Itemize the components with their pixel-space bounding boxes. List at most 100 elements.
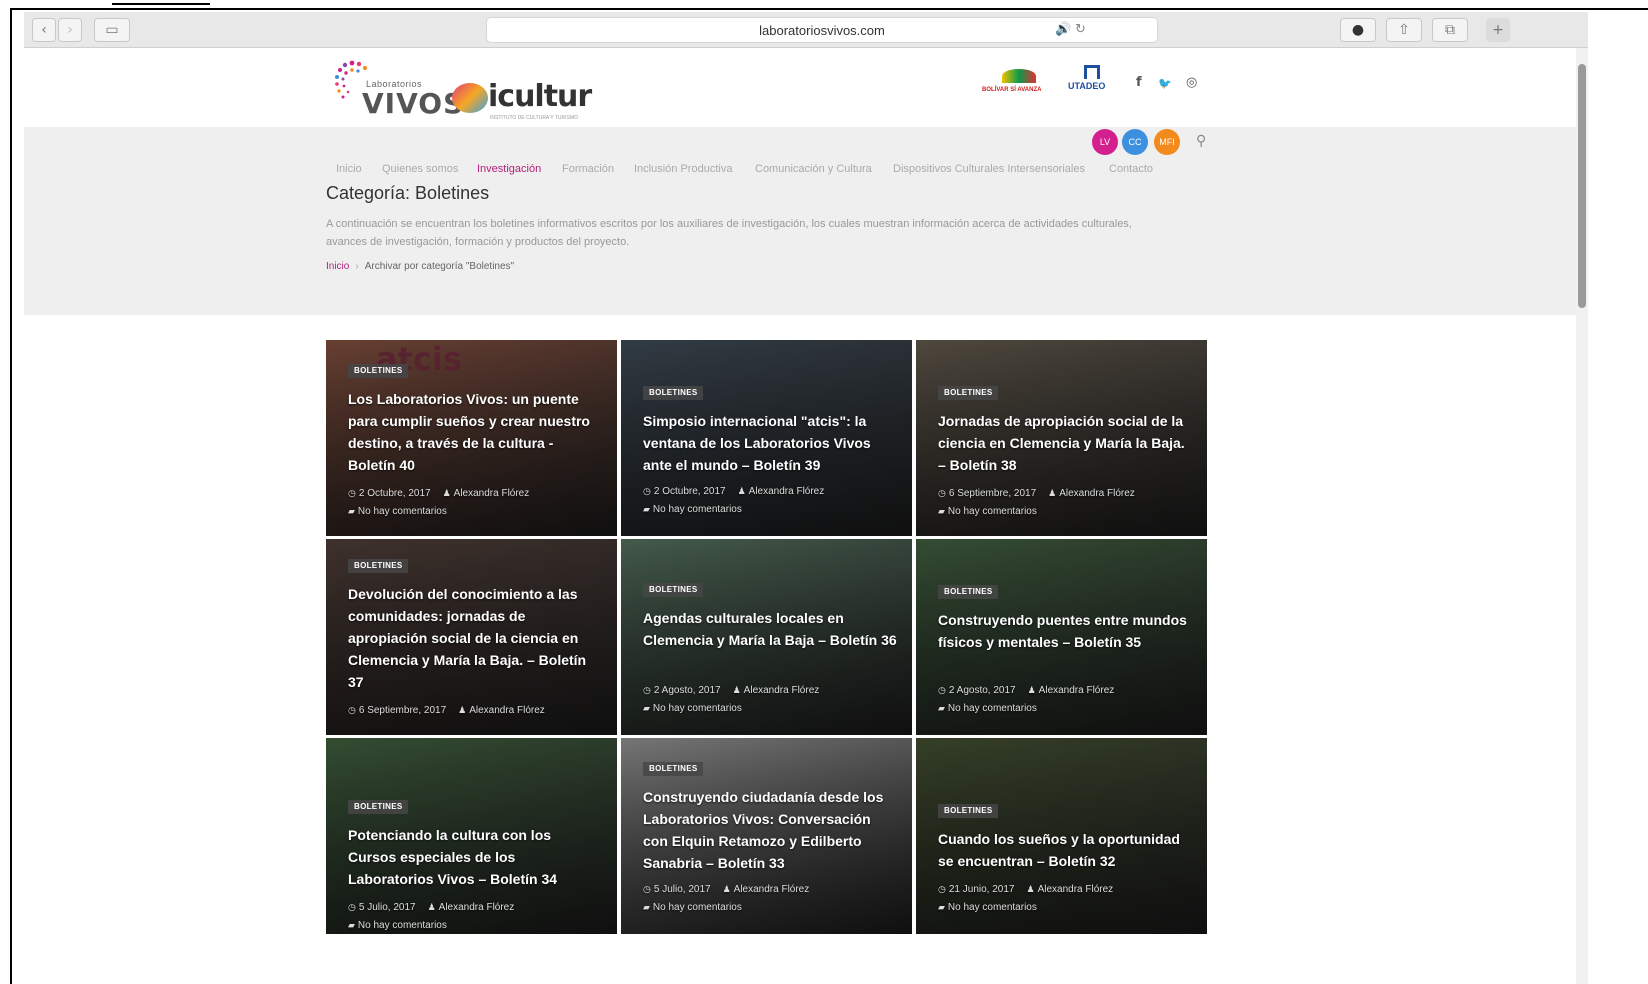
chevron-right-icon: › (67, 22, 73, 38)
card-comments[interactable]: ▰ No hay comentarios (643, 703, 742, 714)
post-card[interactable]: BOLETINES Construyendo puentes entre mun… (916, 539, 1207, 735)
bolivar-text: BOLÍVAR SÍ AVANZA (982, 87, 1042, 93)
card-title[interactable]: Construyendo ciudadanía desde los Labora… (643, 786, 898, 874)
twitter-icon[interactable]: 🐦 (1158, 77, 1172, 90)
utadeo-mark-icon (1084, 65, 1100, 79)
card-comments[interactable]: ▰ No hay comentarios (938, 703, 1037, 714)
laboratorios-vivos-logo[interactable]: Laboratorios VIVOS (332, 57, 463, 120)
nav-item-quienes-somos[interactable]: Quienes somos (382, 163, 458, 175)
card-date: 2 Octubre, 2017 (653, 486, 726, 497)
tabs-icon: ⧉ (1445, 22, 1455, 38)
card-author[interactable]: Alexandra Flórez (744, 685, 820, 696)
post-card[interactable]: BOLETINES Devolución del conocimiento a … (326, 539, 617, 735)
card-comments-text: No hay comentarios (947, 506, 1037, 517)
tabs-button[interactable]: ⧉ (1432, 18, 1468, 42)
post-card[interactable]: BOLETINES Jornadas de apropiación social… (916, 340, 1207, 536)
card-author[interactable]: Alexandra Flórez (1039, 685, 1115, 696)
card-comments[interactable]: ▰ No hay comentarios (938, 902, 1037, 913)
card-author[interactable]: Alexandra Flórez (1038, 884, 1114, 895)
card-meta: ◷ 2 Octubre, 2017 ♟ Alexandra Flórez (643, 486, 902, 497)
card-author[interactable]: Alexandra Flórez (734, 884, 810, 895)
nav-item-inclusion-productiva[interactable]: Inclusión Productiva (634, 163, 732, 175)
scrollbar-thumb[interactable] (1578, 64, 1586, 308)
comment-icon: ▰ (348, 507, 355, 517)
forward-button[interactable]: › (58, 18, 82, 42)
new-tab-button[interactable]: + (1486, 18, 1510, 42)
category-badge[interactable]: BOLETINES (348, 364, 409, 378)
nav-item-contacto[interactable]: Contacto (1109, 163, 1153, 175)
card-author[interactable]: Alexandra Flórez (1059, 488, 1135, 499)
utadeo-logo[interactable]: UTADEO (1068, 65, 1116, 101)
card-comments[interactable]: ▰ No hay comentarios (643, 902, 742, 913)
card-title[interactable]: Jornadas de apropiación social de la cie… (938, 410, 1193, 476)
card-meta: ◷ 2 Agosto, 2017 ♟ Alexandra Flórez (938, 685, 1197, 696)
bolivar-logo[interactable]: BOLÍVAR SÍ AVANZA (982, 69, 1054, 99)
sidebar-button[interactable]: ▭ (94, 18, 130, 42)
card-title[interactable]: Devolución del conocimiento a las comuni… (348, 583, 603, 693)
audio-icon[interactable]: 🔊 (1055, 22, 1071, 37)
card-meta: ◷ 5 Julio, 2017 ♟ Alexandra Flórez (643, 884, 902, 895)
user-icon: ♟ (458, 706, 467, 716)
card-comments[interactable]: ▰ No hay comentarios (348, 920, 447, 931)
card-meta: ◷ 5 Julio, 2017 ♟ Alexandra Flórez (348, 902, 607, 913)
card-author[interactable]: Alexandra Flórez (454, 488, 530, 499)
mfi-circle-button[interactable]: MFI (1154, 129, 1180, 155)
category-badge[interactable]: BOLETINES (938, 804, 999, 818)
sidebar-icon: ▭ (105, 22, 119, 38)
card-title[interactable]: Potenciando la cultura con los Cursos es… (348, 824, 603, 890)
post-card[interactable]: BOLETINES Construyendo ciudadanía desde … (621, 738, 912, 934)
downloads-button[interactable]: ● (1340, 18, 1376, 42)
browser-toolbar: ‹ › ▭ laboratoriosvivos.com 🔊 ↻ ● ⇧ ⧉ + (24, 12, 1588, 48)
address-bar[interactable]: laboratoriosvivos.com 🔊 ↻ (486, 17, 1158, 43)
category-badge[interactable]: BOLETINES (643, 762, 704, 776)
user-icon: ♟ (1026, 885, 1035, 895)
reload-icon[interactable]: ↻ (1075, 22, 1086, 37)
card-author[interactable]: Alexandra Flórez (749, 486, 825, 497)
category-badge[interactable]: BOLETINES (348, 800, 409, 814)
breadcrumb-current: Archivar por categoría "Boletines" (364, 261, 515, 272)
icultur-logo[interactable]: icultur INSTITUTO DE CULTURA Y TURISMO (452, 79, 592, 121)
browser-window: ‹ › ▭ laboratoriosvivos.com 🔊 ↻ ● ⇧ ⧉ + (24, 12, 1588, 984)
card-comments[interactable]: ▰ No hay comentarios (643, 504, 742, 515)
card-author[interactable]: Alexandra Flórez (469, 705, 545, 716)
cc-circle-button[interactable]: CC (1122, 129, 1148, 155)
breadcrumb-home-link[interactable]: Inicio (326, 261, 349, 272)
back-button[interactable]: ‹ (32, 18, 56, 42)
post-card[interactable]: BOLETINES Agendas culturales locales en … (621, 539, 912, 735)
card-meta: ◷ 21 Junio, 2017 ♟ Alexandra Flórez (938, 884, 1197, 895)
post-card[interactable]: BOLETINES Simposio internacional "atcis"… (621, 340, 912, 536)
clock-icon: ◷ (348, 903, 356, 913)
nav-item-comunicacion-cultura[interactable]: Comunicación y Cultura (755, 163, 872, 175)
lv-circle-button[interactable]: LV (1092, 129, 1118, 155)
post-card[interactable]: BOLETINES Potenciando la cultura con los… (326, 738, 617, 934)
frame-tab-mark (112, 3, 210, 5)
facebook-icon[interactable]: f (1136, 75, 1142, 90)
category-badge[interactable]: BOLETINES (643, 583, 704, 597)
category-band (24, 189, 1576, 315)
comment-icon: ▰ (643, 704, 650, 714)
card-title[interactable]: Construyendo puentes entre mundos físico… (938, 609, 1193, 653)
nav-item-formacion[interactable]: Formación (562, 163, 614, 175)
card-meta: ◷ 2 Agosto, 2017 ♟ Alexandra Flórez (643, 685, 902, 696)
card-title[interactable]: Simposio internacional "atcis": la venta… (643, 410, 898, 476)
card-author[interactable]: Alexandra Flórez (439, 902, 515, 913)
post-card[interactable]: BOLETINES Cuando los sueños y la oportun… (916, 738, 1207, 934)
category-badge[interactable]: BOLETINES (348, 559, 409, 573)
search-icon[interactable]: ⚲ (1196, 133, 1206, 149)
vertical-scrollbar[interactable] (1576, 48, 1588, 984)
card-title[interactable]: Los Laboratorios Vivos: un puente para c… (348, 388, 603, 476)
card-title[interactable]: Agendas culturales locales en Clemencia … (643, 607, 898, 651)
post-card[interactable]: atcis BOLETINES Los Laboratorios Vivos: … (326, 340, 617, 536)
nav-item-inicio[interactable]: Inicio (336, 163, 362, 175)
nav-item-investigacion[interactable]: Investigación (477, 163, 541, 175)
card-comments[interactable]: ▰ No hay comentarios (348, 506, 447, 517)
card-title[interactable]: Cuando los sueños y la oportunidad se en… (938, 828, 1193, 872)
category-badge[interactable]: BOLETINES (643, 386, 704, 400)
instagram-icon[interactable]: ◎ (1186, 75, 1197, 90)
category-badge[interactable]: BOLETINES (938, 386, 999, 400)
card-comments[interactable]: ▰ No hay comentarios (938, 506, 1037, 517)
category-badge[interactable]: BOLETINES (938, 585, 999, 599)
share-button[interactable]: ⇧ (1386, 18, 1422, 42)
card-date: 6 Septiembre, 2017 (358, 705, 447, 716)
nav-item-dispositivos[interactable]: Dispositivos Culturales Intersensoriales (893, 163, 1085, 175)
